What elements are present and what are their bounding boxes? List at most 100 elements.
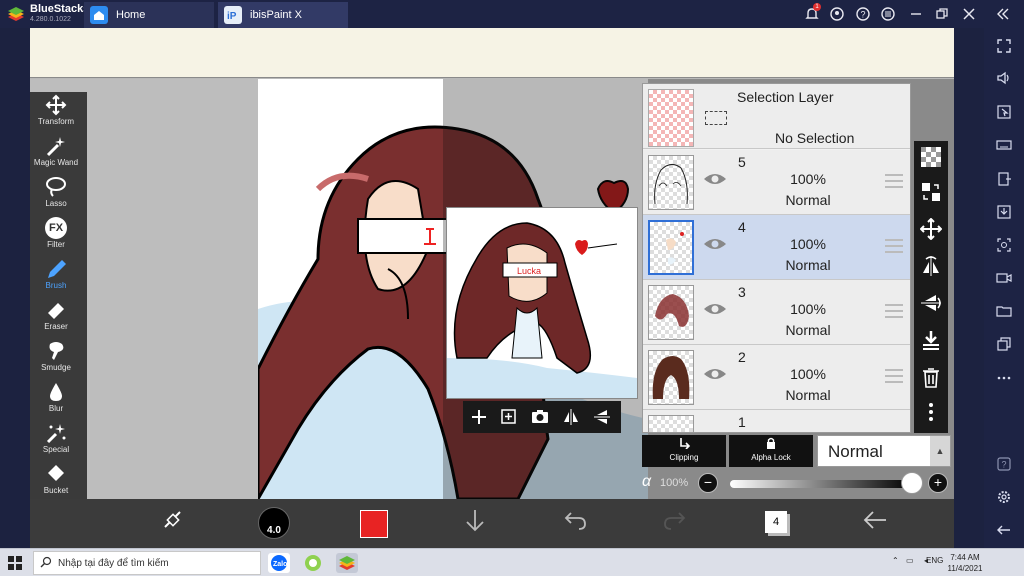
opacity-decrease-button[interactable]: − (698, 473, 718, 493)
visibility-eye-icon[interactable] (703, 172, 727, 186)
layer-blend-mode: Normal (785, 257, 831, 273)
transparency-checker-icon[interactable] (919, 146, 943, 170)
fullscreen-icon[interactable] (996, 38, 1012, 54)
opacity-slider-knob[interactable] (901, 472, 923, 494)
bluestacks-taskbar-icon[interactable] (336, 553, 358, 573)
flip-horizontal-icon[interactable] (561, 407, 581, 427)
sidebar-help-icon[interactable]: ? (996, 456, 1012, 472)
keyboard-icon[interactable] (996, 137, 1012, 153)
visibility-eye-icon[interactable] (703, 302, 727, 316)
collapse-sidebar-icon[interactable] (995, 6, 1011, 22)
undo-icon[interactable] (558, 507, 592, 541)
back-arrow-icon[interactable] (858, 507, 892, 541)
layer-row[interactable]: 5 100% Normal (643, 150, 910, 215)
multi-instance-icon[interactable] (996, 336, 1012, 352)
more-options-icon[interactable] (996, 370, 1012, 386)
record-video-icon[interactable] (996, 270, 1012, 286)
game-app-icon[interactable] (302, 553, 324, 573)
pointer-icon[interactable] (996, 104, 1012, 120)
navigator-preview[interactable]: Lucka (446, 207, 638, 399)
restore-icon[interactable] (934, 6, 950, 22)
layer-count-button[interactable]: 4 (765, 511, 787, 533)
battery-icon[interactable]: ▭ (906, 556, 914, 565)
smudge-icon (44, 340, 68, 362)
settings-menu-icon[interactable] (880, 6, 896, 22)
tool-brush[interactable]: Brush (30, 256, 82, 296)
layer-number: 1 (738, 414, 746, 430)
camera-icon[interactable] (530, 407, 550, 427)
flip-layer-horizontal-icon[interactable] (919, 255, 943, 279)
selection-layer-row[interactable]: Selection Layer No Selection (643, 84, 910, 149)
tool-switch-icon[interactable] (156, 507, 190, 541)
tool-lasso[interactable]: Lasso (30, 174, 82, 214)
down-arrow-icon[interactable] (458, 507, 492, 541)
close-icon[interactable] (961, 6, 977, 22)
brush-size-indicator[interactable]: 4.0 (258, 507, 290, 539)
back-icon[interactable] (996, 522, 1012, 538)
layer-thumbnail (648, 285, 694, 340)
tray-chevron-icon[interactable]: ⌃ (892, 556, 899, 565)
color-swatch[interactable] (360, 510, 388, 538)
windows-start-icon[interactable] (8, 556, 22, 570)
layer-row[interactable]: 2 100% Normal (643, 345, 910, 410)
account-icon[interactable] (829, 6, 845, 22)
opacity-increase-button[interactable]: + (928, 473, 948, 493)
bottom-toolbar: 4.0 4 (30, 499, 954, 548)
add-icon[interactable] (469, 407, 489, 427)
layer-tools (914, 141, 948, 433)
tab-ibispaint[interactable]: iP ibisPaint X (218, 2, 348, 28)
folder-icon[interactable] (996, 303, 1012, 319)
layer-row[interactable]: 1 (643, 410, 910, 432)
drag-handle-icon[interactable] (885, 304, 903, 318)
flip-layer-vertical-icon[interactable] (919, 292, 943, 316)
zalo-app-icon[interactable]: Zalo (268, 553, 290, 573)
drag-handle-icon[interactable] (885, 174, 903, 188)
drag-handle-icon[interactable] (885, 239, 903, 253)
tool-transform[interactable]: Transform (30, 92, 82, 132)
screenshot-icon[interactable] (996, 237, 1012, 253)
redo-icon[interactable] (658, 507, 692, 541)
trash-icon[interactable] (919, 366, 943, 390)
visibility-eye-icon[interactable] (703, 367, 727, 381)
more-vertical-icon[interactable] (919, 401, 943, 425)
merge-down-icon[interactable] (919, 329, 943, 353)
layer-opacity-row: α 100% − + (642, 471, 954, 497)
visibility-eye-icon[interactable] (703, 237, 727, 251)
taskbar-clock[interactable]: 7:44 AM 11/4/2021 (944, 552, 986, 574)
flip-vertical-icon[interactable] (592, 407, 612, 427)
top-ad-area (30, 28, 954, 78)
tab-home[interactable]: Home (84, 2, 214, 28)
clipping-button[interactable]: Clipping (642, 435, 726, 467)
layer-row[interactable]: 3 100% Normal (643, 280, 910, 345)
install-apk-icon[interactable] (996, 171, 1012, 187)
tool-label: Filter (47, 240, 65, 249)
layer-operations-icon[interactable] (919, 181, 943, 205)
minimize-icon[interactable] (908, 6, 924, 22)
taskbar-search-box[interactable]: Nhập tại đây để tìm kiếm (33, 551, 261, 575)
tool-bucket[interactable]: Bucket (30, 461, 82, 501)
volume-icon[interactable] (996, 70, 1012, 86)
blend-mode-select[interactable]: Normal ▲ (817, 435, 951, 467)
help-icon[interactable]: ? (855, 6, 871, 22)
alpha-lock-label: Alpha Lock (751, 453, 791, 462)
tool-special[interactable]: Special (30, 420, 82, 460)
tool-magic-wand[interactable]: Magic Wand (30, 133, 82, 173)
apk-download-icon[interactable] (996, 204, 1012, 220)
tool-smudge[interactable]: Smudge (30, 338, 82, 378)
layer-opacity: 100% (790, 301, 826, 317)
transform-icon (44, 94, 68, 116)
alpha-lock-button[interactable]: Alpha Lock (729, 435, 813, 467)
sidebar-settings-icon[interactable] (996, 489, 1012, 505)
drag-handle-icon[interactable] (885, 369, 903, 383)
add-layer-icon[interactable] (499, 407, 519, 427)
move-layer-icon[interactable] (919, 217, 943, 242)
home-icon (90, 6, 108, 24)
language-indicator[interactable]: ENG (926, 556, 943, 565)
opacity-slider[interactable] (730, 480, 912, 488)
tool-eraser[interactable]: Eraser (30, 297, 82, 337)
layer-row-selected[interactable]: 4 100% Normal (643, 215, 910, 280)
tool-filter[interactable]: FX Filter (30, 215, 82, 255)
tool-blur[interactable]: Blur (30, 379, 82, 419)
notification-bell-icon[interactable]: 1 (804, 3, 821, 22)
svg-text:?: ? (1002, 460, 1007, 470)
